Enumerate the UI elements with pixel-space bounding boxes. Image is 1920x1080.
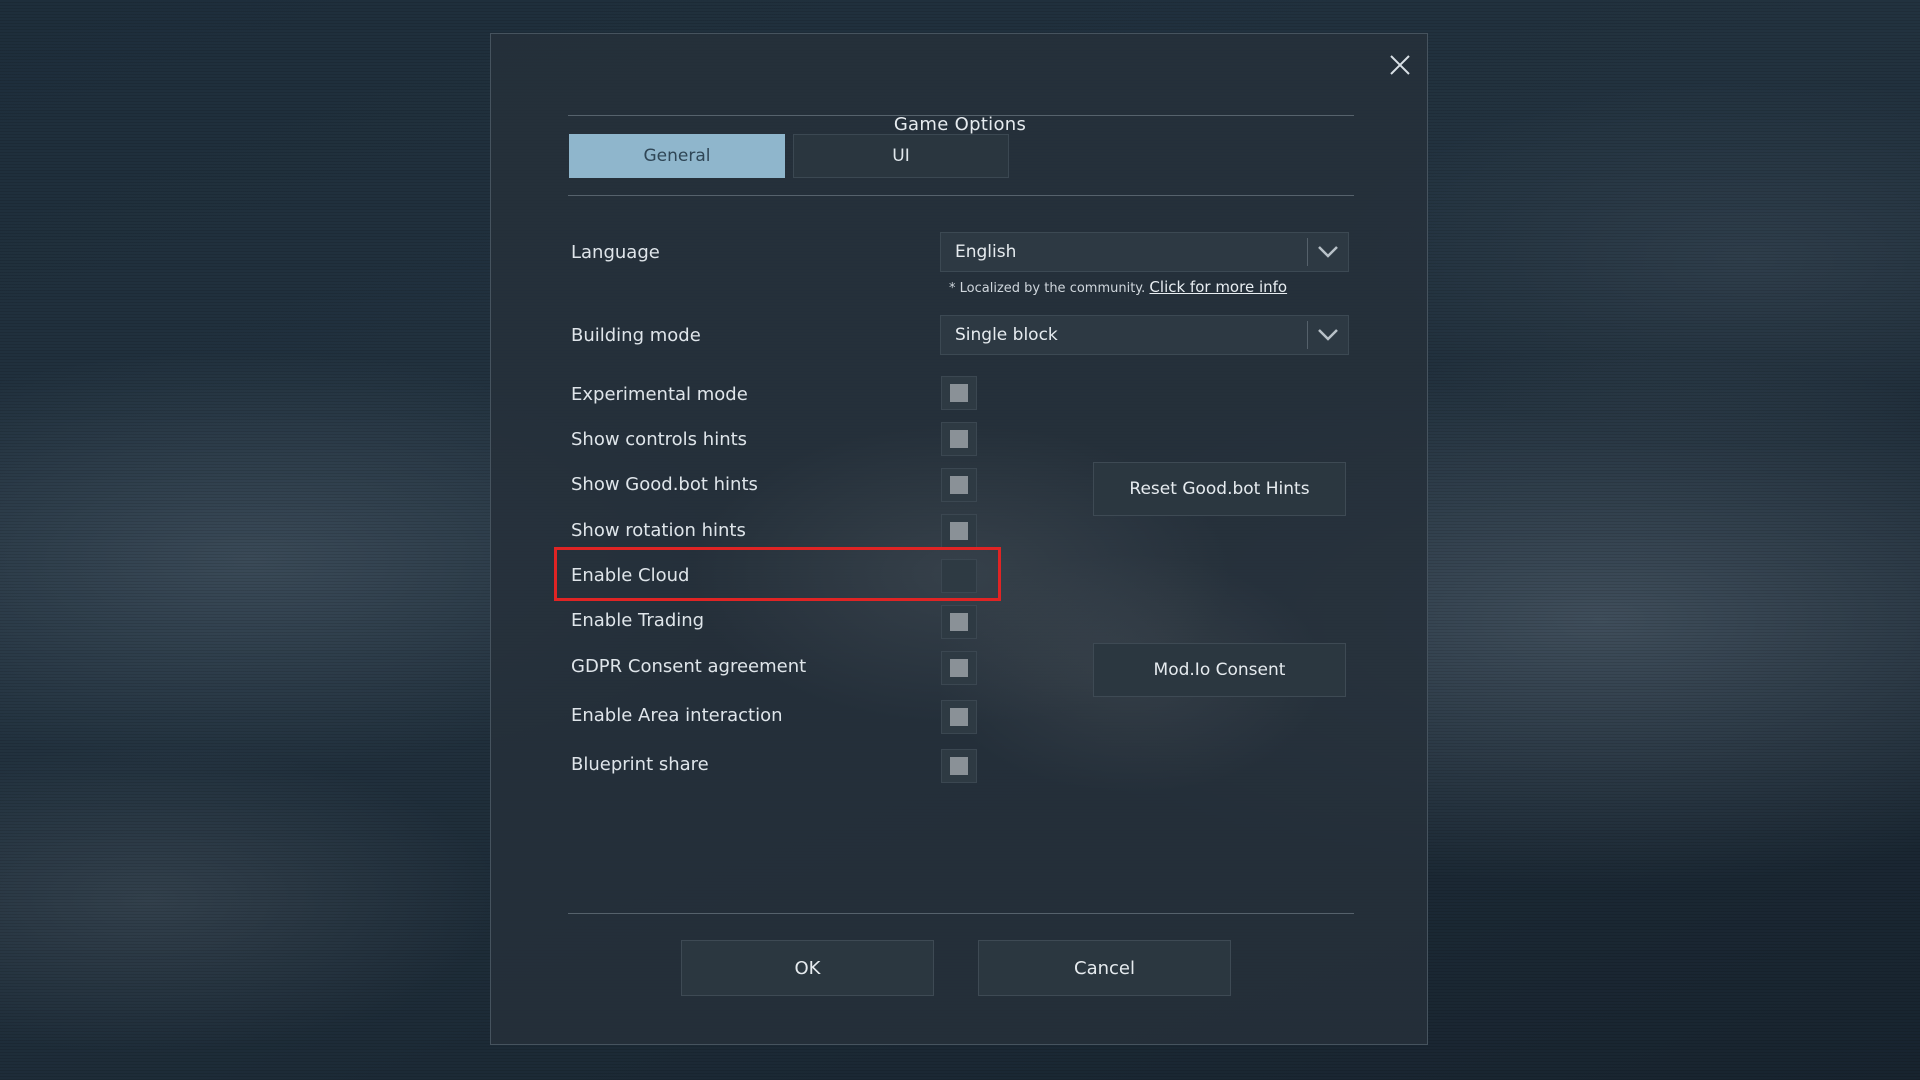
option-label-gdpr-consent: GDPR Consent agreement xyxy=(571,656,807,677)
cancel-button[interactable]: Cancel xyxy=(978,940,1231,996)
building-mode-dropdown[interactable]: Single block xyxy=(940,315,1349,355)
option-label-enable-area-interaction: Enable Area interaction xyxy=(571,705,783,726)
chevron-down-icon xyxy=(1308,232,1348,272)
modio-consent-button[interactable]: Mod.Io Consent xyxy=(1093,643,1346,697)
footer-divider xyxy=(568,913,1354,914)
building-mode-label: Building mode xyxy=(571,325,701,346)
option-label-experimental-mode: Experimental mode xyxy=(571,384,748,405)
checkbox-fill xyxy=(950,522,968,540)
checkbox-gdpr-consent[interactable] xyxy=(941,651,977,685)
tab-general[interactable]: General xyxy=(569,134,785,178)
language-label: Language xyxy=(571,242,660,263)
chevron-down-icon xyxy=(1308,315,1348,355)
game-options-dialog: Game Options General UI Language English… xyxy=(490,33,1428,1045)
language-value: English xyxy=(955,242,1017,262)
close-icon xyxy=(1390,55,1410,75)
checkbox-enable-cloud[interactable] xyxy=(941,559,977,593)
checkbox-fill xyxy=(950,476,968,494)
checkbox-enable-trading[interactable] xyxy=(941,605,977,639)
checkbox-enable-area-interaction[interactable] xyxy=(941,700,977,734)
tabs-divider xyxy=(568,195,1354,196)
checkbox-fill xyxy=(950,659,968,677)
tab-ui[interactable]: UI xyxy=(793,134,1009,178)
checkbox-show-rotation-hints[interactable] xyxy=(941,514,977,548)
checkbox-show-goodbot-hints[interactable] xyxy=(941,468,977,502)
option-label-show-rotation-hints: Show rotation hints xyxy=(571,520,746,541)
checkbox-fill xyxy=(950,384,968,402)
dialog-title: Game Options xyxy=(893,114,1027,135)
localization-note-text: * Localized by the community. xyxy=(949,281,1146,296)
checkbox-fill xyxy=(950,757,968,775)
checkbox-fill xyxy=(950,430,968,448)
option-label-enable-trading: Enable Trading xyxy=(571,610,705,631)
localization-note: * Localized by the community. Click for … xyxy=(949,278,1287,296)
option-label-blueprint-share: Blueprint share xyxy=(571,754,709,775)
option-label-show-goodbot-hints: Show Good.bot hints xyxy=(571,474,758,495)
close-button[interactable] xyxy=(1383,48,1417,82)
language-dropdown[interactable]: English xyxy=(940,232,1349,272)
checkbox-experimental-mode[interactable] xyxy=(941,376,977,410)
checkbox-fill xyxy=(950,613,968,631)
checkbox-show-controls-hints[interactable] xyxy=(941,422,977,456)
option-label-show-controls-hints: Show controls hints xyxy=(571,429,748,450)
building-mode-value: Single block xyxy=(955,325,1058,345)
title-divider xyxy=(568,115,1354,116)
checkbox-fill xyxy=(950,708,968,726)
reset-goodbot-hints-button[interactable]: Reset Good.bot Hints xyxy=(1093,462,1346,516)
more-info-link[interactable]: Click for more info xyxy=(1149,278,1287,296)
checkbox-blueprint-share[interactable] xyxy=(941,749,977,783)
ok-button[interactable]: OK xyxy=(681,940,934,996)
option-label-enable-cloud: Enable Cloud xyxy=(571,565,690,586)
